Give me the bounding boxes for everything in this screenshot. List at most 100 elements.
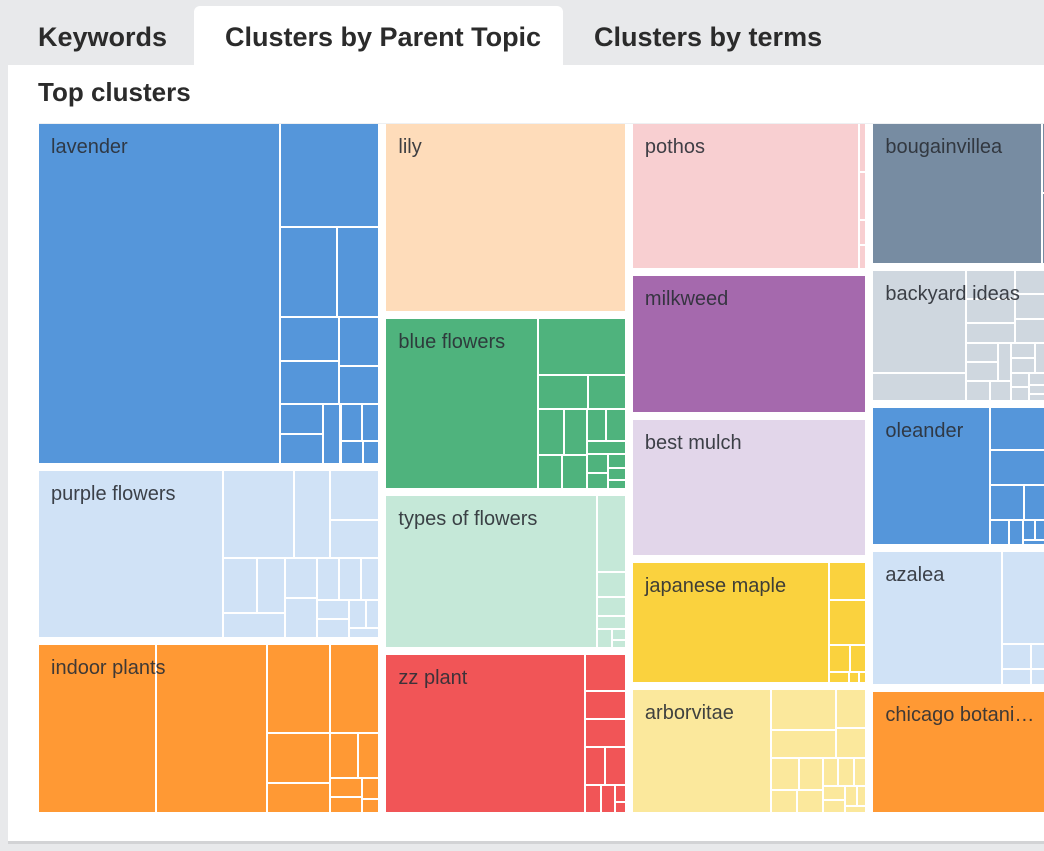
subtopic-tile[interactable] — [598, 617, 625, 630]
cluster-tile[interactable]: bougainvillea — [873, 124, 1044, 263]
subtopic-tile[interactable] — [157, 645, 269, 812]
subtopic-tile[interactable] — [615, 803, 625, 812]
subtopic-tile[interactable] — [587, 409, 608, 442]
subtopic-tile[interactable] — [1025, 486, 1044, 521]
subtopic-tile[interactable] — [280, 318, 341, 362]
subtopic-tile[interactable] — [362, 778, 379, 800]
subtopic-tile[interactable] — [1012, 359, 1037, 375]
subtopic-tile[interactable] — [386, 124, 625, 312]
subtopic-tile[interactable] — [990, 407, 1044, 452]
subtopic-tile[interactable] — [797, 790, 824, 812]
cluster-tile[interactable]: types of flowers — [386, 496, 625, 647]
subtopic-tile[interactable] — [859, 672, 866, 682]
subtopic-tile[interactable] — [268, 645, 332, 735]
subtopic-tile[interactable] — [837, 729, 866, 759]
subtopic-tile[interactable] — [772, 758, 801, 791]
subtopic-tile[interactable] — [362, 559, 379, 601]
subtopic-tile[interactable] — [1012, 344, 1037, 360]
subtopic-tile[interactable] — [829, 672, 850, 682]
subtopic-tile[interactable] — [1012, 387, 1030, 400]
subtopic-tile[interactable] — [224, 614, 287, 638]
subtopic-tile[interactable] — [1003, 644, 1032, 670]
subtopic-tile[interactable] — [331, 645, 379, 735]
subtopic-tile[interactable] — [829, 601, 866, 647]
subtopic-tile[interactable] — [607, 409, 625, 442]
subtopic-tile[interactable] — [613, 629, 625, 641]
subtopic-tile[interactable] — [563, 456, 588, 489]
subtopic-tile[interactable] — [1029, 374, 1044, 386]
subtopic-tile[interactable] — [598, 572, 625, 598]
subtopic-tile[interactable] — [1031, 669, 1044, 684]
cluster-tile[interactable]: zz plant — [386, 654, 625, 812]
cluster-tile[interactable]: purple flowers — [39, 470, 379, 638]
subtopic-tile[interactable] — [860, 124, 866, 173]
subtopic-tile[interactable] — [295, 470, 331, 560]
subtopic-tile[interactable] — [1024, 520, 1037, 541]
subtopic-tile[interactable] — [1024, 540, 1044, 545]
subtopic-tile[interactable] — [330, 521, 379, 560]
subtopic-tile[interactable] — [317, 620, 350, 638]
subtopic-tile[interactable] — [860, 221, 866, 246]
subtopic-tile[interactable] — [331, 734, 360, 779]
subtopic-tile[interactable] — [1036, 520, 1044, 541]
subtopic-tile[interactable] — [606, 748, 625, 786]
tab-clusters-by-terms[interactable]: Clusters by terms — [594, 6, 822, 65]
subtopic-tile[interactable] — [340, 318, 379, 367]
subtopic-tile[interactable] — [967, 324, 1017, 345]
subtopic-tile[interactable] — [587, 454, 610, 475]
subtopic-tile[interactable] — [280, 361, 341, 406]
subtopic-tile[interactable] — [1031, 644, 1044, 670]
cluster-tile[interactable]: arborvitae — [632, 689, 866, 812]
cluster-tile[interactable]: pothos — [632, 124, 866, 269]
subtopic-tile[interactable] — [268, 734, 332, 785]
subtopic-tile[interactable] — [330, 470, 379, 522]
subtopic-tile[interactable] — [1003, 669, 1032, 684]
subtopic-tile[interactable] — [280, 124, 379, 228]
subtopic-tile[interactable] — [224, 559, 259, 615]
tab-keywords[interactable]: Keywords — [38, 6, 167, 65]
subtopic-tile[interactable] — [359, 734, 379, 779]
subtopic-tile[interactable] — [602, 785, 616, 812]
subtopic-tile[interactable] — [772, 790, 798, 812]
subtopic-tile[interactable] — [609, 468, 625, 481]
subtopic-tile[interactable] — [340, 366, 379, 406]
subtopic-tile[interactable] — [598, 597, 625, 617]
subtopic-tile[interactable] — [538, 319, 625, 377]
subtopic-tile[interactable] — [331, 798, 363, 812]
subtopic-tile[interactable] — [598, 496, 625, 573]
subtopic-tile[interactable] — [1016, 270, 1044, 296]
subtopic-tile[interactable] — [280, 227, 338, 319]
subtopic-tile[interactable] — [1016, 295, 1044, 320]
subtopic-tile[interactable] — [846, 807, 866, 812]
cluster-tile[interactable]: blue flowers — [386, 319, 625, 489]
subtopic-tile[interactable] — [772, 731, 838, 759]
subtopic-tile[interactable] — [268, 784, 332, 812]
subtopic-tile[interactable] — [224, 470, 296, 560]
subtopic-tile[interactable] — [839, 758, 855, 788]
subtopic-tile[interactable] — [990, 486, 1026, 521]
subtopic-tile[interactable] — [598, 629, 614, 647]
subtopic-tile[interactable] — [823, 758, 840, 788]
subtopic-tile[interactable] — [586, 720, 625, 749]
subtopic-tile[interactable] — [1029, 394, 1044, 400]
subtopic-tile[interactable] — [349, 629, 379, 638]
subtopic-tile[interactable] — [331, 778, 363, 799]
subtopic-tile[interactable] — [1009, 520, 1025, 545]
cluster-tile[interactable]: oleander — [873, 407, 1044, 545]
subtopic-tile[interactable] — [565, 409, 588, 457]
subtopic-tile[interactable] — [589, 376, 625, 410]
subtopic-tile[interactable] — [846, 787, 859, 807]
subtopic-tile[interactable] — [587, 474, 610, 489]
subtopic-tile[interactable] — [613, 640, 625, 647]
subtopic-tile[interactable] — [967, 362, 1000, 382]
subtopic-tile[interactable] — [538, 376, 590, 410]
subtopic-tile[interactable] — [286, 559, 318, 600]
subtopic-tile[interactable] — [990, 520, 1010, 545]
subtopic-tile[interactable] — [823, 800, 847, 812]
subtopic-tile[interactable] — [339, 559, 363, 601]
subtopic-tile[interactable] — [990, 451, 1044, 487]
cluster-tile[interactable]: lavender — [39, 124, 379, 463]
subtopic-tile[interactable] — [829, 646, 852, 673]
subtopic-tile[interactable] — [1036, 344, 1044, 375]
subtopic-tile[interactable] — [286, 599, 318, 638]
